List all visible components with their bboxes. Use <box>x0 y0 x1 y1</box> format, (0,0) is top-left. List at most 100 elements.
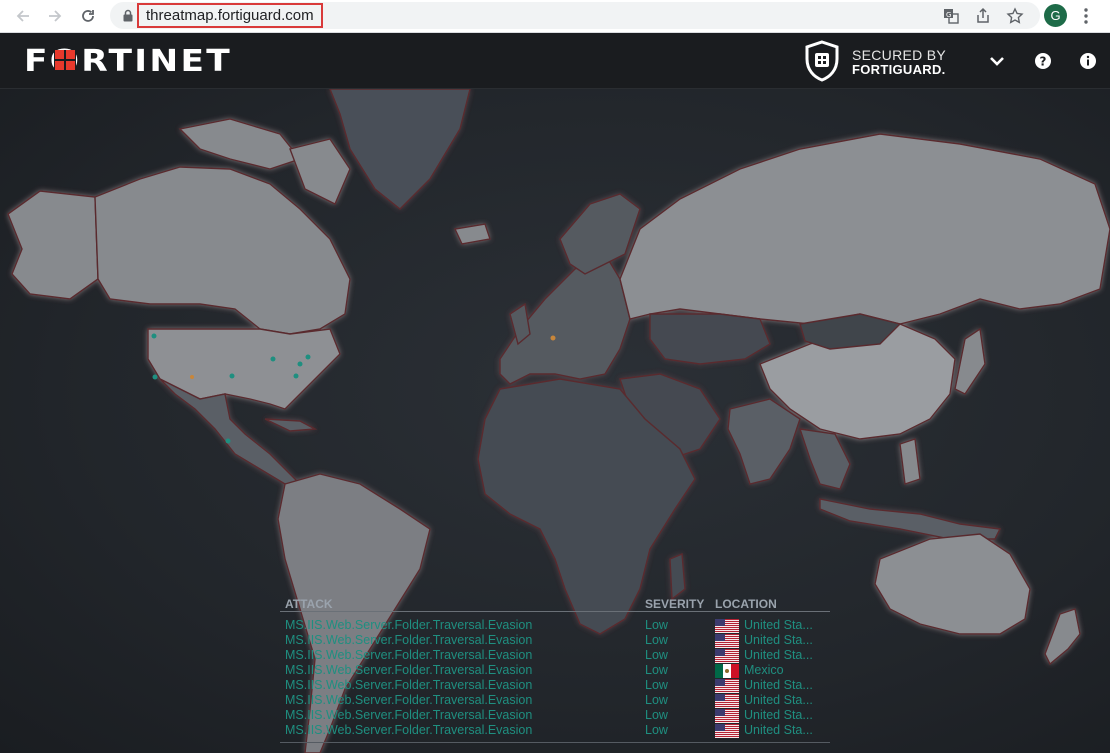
russia-landmass <box>619 133 1110 325</box>
url-text[interactable]: threatmap.fortiguard.com <box>137 3 323 28</box>
help-icon[interactable]: ? <box>1033 51 1053 71</box>
severity-value: Low <box>645 663 668 677</box>
table-row: MS.IIS.Web.Server.Folder.Traversal.Evasi… <box>280 618 830 633</box>
indonesia-islands <box>819 498 1002 540</box>
us-flag-icon <box>715 649 739 663</box>
attack-marker <box>297 361 303 367</box>
new-zealand-islands <box>1044 608 1081 666</box>
philippines-islands <box>899 438 921 485</box>
attack-name: MS.IIS.Web.Server.Folder.Traversal.Evasi… <box>285 618 533 632</box>
location-value: United Sta... <box>744 618 813 632</box>
attack-feed-table: ATTACK SEVERITY LOCATION MS.IIS.Web.Serv… <box>280 596 830 744</box>
cuba-island <box>264 418 318 432</box>
table-row: MS.IIS.Web.Server.Folder.Traversal.Evasi… <box>280 693 830 708</box>
arctic-islands <box>178 118 302 170</box>
attack-rows: MS.IIS.Web.Server.Folder.Traversal.Evasi… <box>280 618 830 738</box>
baffin-island <box>289 138 351 205</box>
attack-name: MS.IIS.Web.Server.Folder.Traversal.Evasi… <box>285 693 533 707</box>
secured-by-fortiguard-badge[interactable]: SECURED BY FORTIGUARD. <box>804 40 954 82</box>
reload-icon <box>82 10 94 22</box>
us-flag-icon <box>715 619 739 633</box>
attack-column-header: ATTACK <box>285 597 333 611</box>
location-value: United Sta... <box>744 678 813 692</box>
us-flag-icon <box>715 724 739 738</box>
attack-name: MS.IIS.Web.Server.Folder.Traversal.Evasi… <box>285 648 533 662</box>
location-value: United Sta... <box>744 693 813 707</box>
madagascar-island <box>669 552 686 601</box>
forward-button[interactable] <box>44 6 66 26</box>
mx-flag-icon <box>715 664 739 678</box>
iceland-landmass <box>453 223 491 245</box>
fortiguard-shield-icon <box>805 40 839 82</box>
central-asia-landmass <box>649 313 771 365</box>
profile-avatar[interactable]: G <box>1044 4 1067 27</box>
address-bar[interactable]: threatmap.fortiguard.com G <box>110 2 1040 29</box>
info-icon[interactable] <box>1078 51 1098 71</box>
location-column-header: LOCATION <box>715 597 777 611</box>
attack-name: MS.IIS.Web.Server.Folder.Traversal.Evasi… <box>285 633 533 647</box>
table-row: MS.IIS.Web.Server.Folder.Traversal.Evasi… <box>280 648 830 663</box>
bookmark-star-icon[interactable] <box>1006 7 1024 25</box>
location-value: United Sta... <box>744 633 813 647</box>
australia-landmass <box>874 533 1031 635</box>
table-row: MS.IIS.Web.Server.Folder.Traversal.Evasi… <box>280 633 830 648</box>
attack-marker-orange <box>550 335 556 341</box>
table-row: MS.IIS.Web.Server.Folder.Traversal.Evasi… <box>280 723 830 738</box>
attack-name: MS.IIS.Web.Server.Folder.Traversal.Evasi… <box>285 708 533 722</box>
attack-table-header: ATTACK SEVERITY LOCATION <box>280 596 830 612</box>
alaska-landmass <box>7 190 99 300</box>
attack-name: MS.IIS.Web.Server.Folder.Traversal.Evasi… <box>285 663 533 677</box>
reload-button[interactable] <box>77 6 99 26</box>
severity-value: Low <box>645 723 668 737</box>
browser-toolbar: threatmap.fortiguard.com G G <box>0 0 1110 33</box>
japan-islands <box>954 327 986 395</box>
lock-icon <box>123 9 133 22</box>
attack-marker <box>225 438 231 444</box>
site-header: FORTINET SECURED BY FORTIGUARD. ? <box>0 33 1110 89</box>
chevron-down-icon[interactable] <box>987 51 1007 71</box>
severity-value: Low <box>645 678 668 692</box>
location-value: Mexico <box>744 663 784 677</box>
fortinet-logo: FORTINET <box>24 47 230 75</box>
secured-by-label: SECURED BY <box>852 47 947 63</box>
table-bottom-divider <box>280 742 830 743</box>
table-row: MS.IIS.Web.Server.Folder.Traversal.Evasi… <box>280 708 830 723</box>
attack-marker <box>270 356 276 362</box>
attack-marker-orange <box>190 375 194 379</box>
location-value: United Sta... <box>744 708 813 722</box>
svg-text:?: ? <box>1040 55 1047 69</box>
attack-marker <box>305 354 311 360</box>
attack-name: MS.IIS.Web.Server.Folder.Traversal.Evasi… <box>285 678 533 692</box>
us-flag-icon <box>715 634 739 648</box>
india-landmass <box>727 398 801 485</box>
greenland-landmass <box>329 89 471 210</box>
severity-value: Low <box>645 693 668 707</box>
translate-icon[interactable]: G <box>942 7 960 25</box>
severity-column-header: SEVERITY <box>645 597 705 611</box>
attack-marker <box>152 374 158 380</box>
severity-value: Low <box>645 618 668 632</box>
severity-value: Low <box>645 708 668 722</box>
share-icon[interactable] <box>974 7 992 25</box>
severity-value: Low <box>645 633 668 647</box>
us-flag-icon <box>715 679 739 693</box>
svg-text:G: G <box>946 11 951 19</box>
location-value: United Sta... <box>744 723 813 737</box>
attack-name: MS.IIS.Web.Server.Folder.Traversal.Evasi… <box>285 723 533 737</box>
table-row: MS.IIS.Web.Server.Folder.Traversal.Evasi… <box>280 663 830 678</box>
back-arrow-icon <box>16 10 29 22</box>
usa-landmass <box>147 328 341 410</box>
location-value: United Sta... <box>744 648 813 662</box>
forward-arrow-icon <box>49 10 62 22</box>
attack-marker <box>293 373 299 379</box>
browser-menu-icon[interactable] <box>1080 7 1092 25</box>
table-row: MS.IIS.Web.Server.Folder.Traversal.Evasi… <box>280 678 830 693</box>
us-flag-icon <box>715 709 739 723</box>
southeast-asia-landmass <box>798 428 851 490</box>
attack-marker <box>229 373 235 379</box>
attack-marker <box>151 333 157 339</box>
severity-value: Low <box>645 648 668 662</box>
back-button[interactable] <box>12 6 34 26</box>
fortiguard-label: FORTIGUARD. <box>852 62 946 77</box>
us-flag-icon <box>715 694 739 708</box>
